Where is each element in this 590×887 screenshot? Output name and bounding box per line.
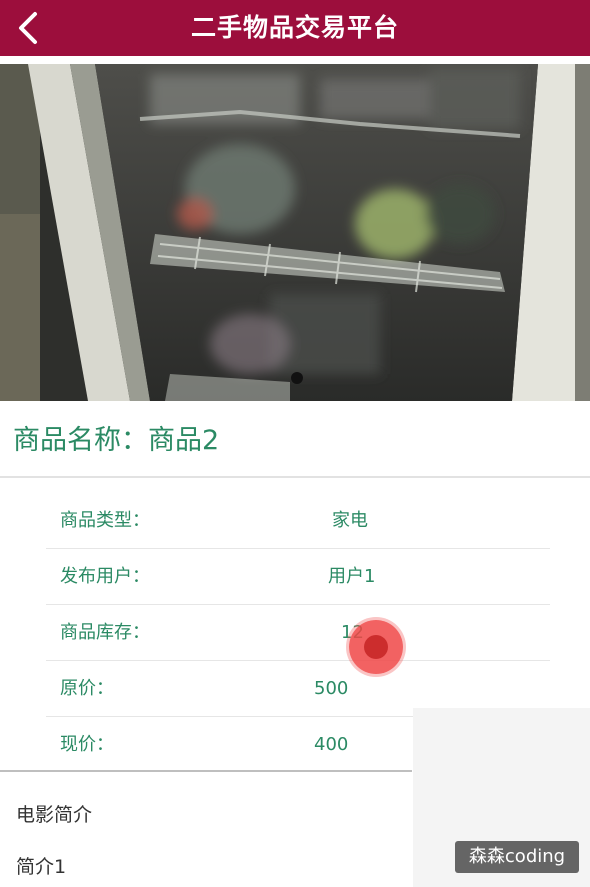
product-photo[interactable] [0,64,590,401]
detail-label: 现价： [60,734,114,755]
detail-row-stock: 商品库存： 12 [46,605,550,661]
watermark: 森森coding [455,841,579,873]
product-name-label: 商品名称： [13,425,148,456]
divider [0,476,590,478]
intro-title: 电影简介 [16,804,93,826]
detail-value: 用户1 [328,566,376,587]
detail-label: 发布用户： [60,566,150,587]
chevron-left-icon [19,12,37,44]
product-detail-page: 二手物品交易平台 商品名称：商品2 商品类型： 家电 发布用户： 用户1 商品库… [0,0,590,887]
detail-label: 商品类型： [60,510,150,531]
divider [0,770,412,772]
intro-text: 简介1 [16,856,67,878]
page-title: 二手物品交易平台 [190,13,399,42]
detail-label: 商品库存： [60,622,150,643]
product-name: 商品名称：商品2 [13,418,219,457]
product-name-value: 商品2 [148,425,220,456]
back-button[interactable] [6,6,50,50]
detail-row-publisher: 发布用户： 用户1 [46,549,550,605]
detail-value: 家电 [332,510,368,531]
app-header: 二手物品交易平台 [0,0,590,56]
detail-label: 原价： [60,678,114,699]
detail-value: 400 [314,734,349,755]
product-photo-image [0,64,590,401]
detail-row-type: 商品类型： 家电 [46,493,550,549]
carousel-indicator[interactable] [291,372,303,384]
detail-value: 500 [314,678,349,699]
touch-indicator [349,620,403,674]
